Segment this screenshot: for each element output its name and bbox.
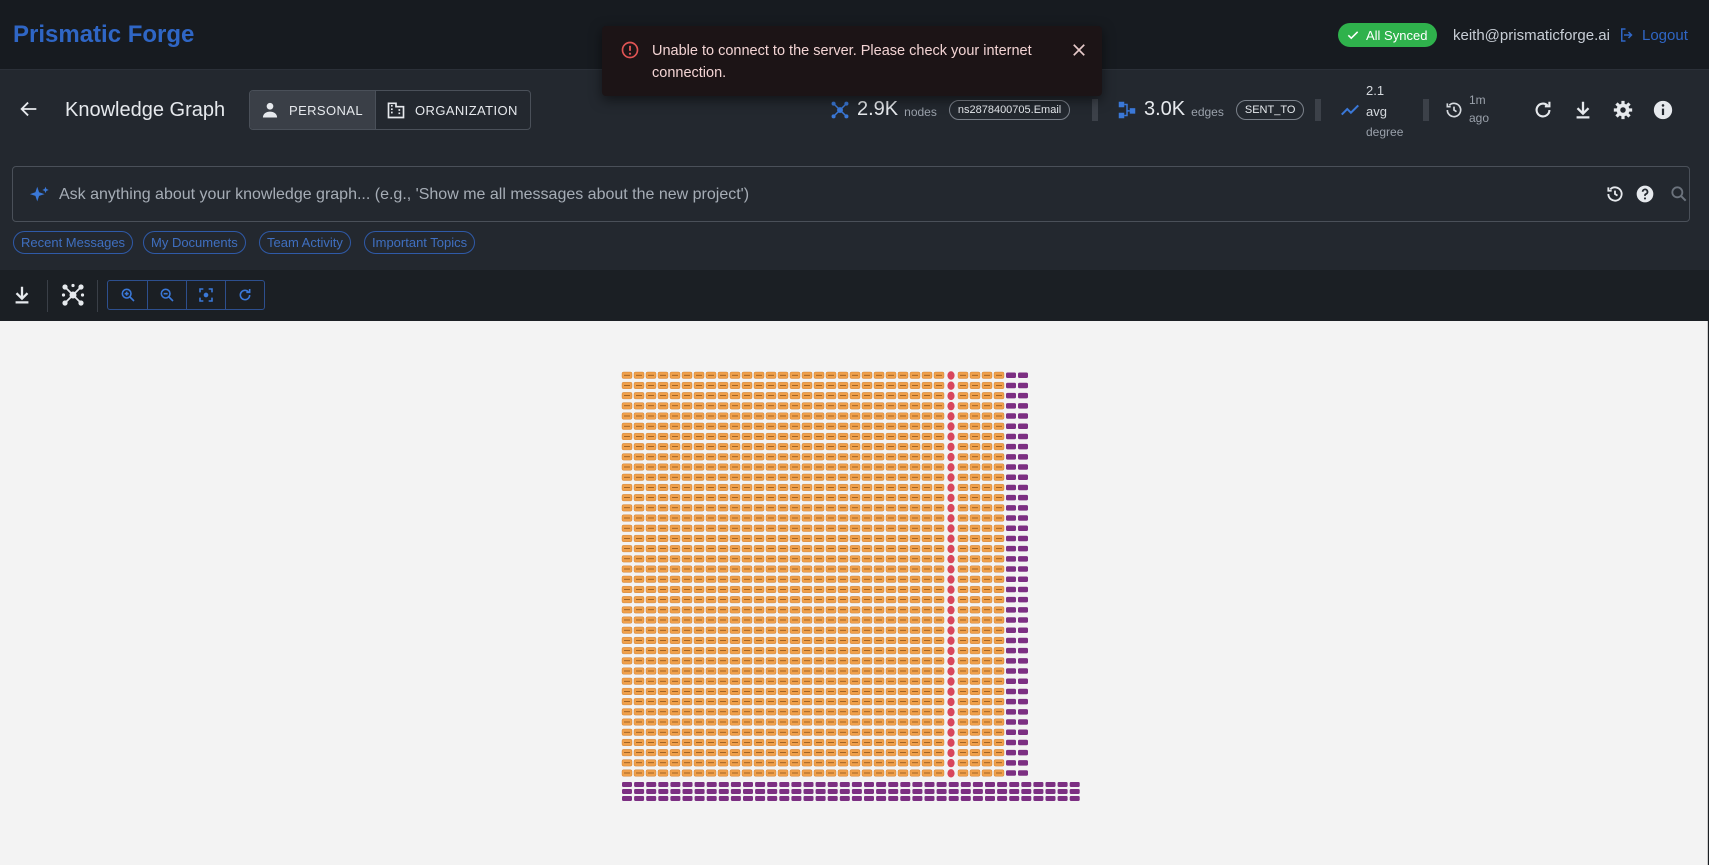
logout-button[interactable]: Logout bbox=[1618, 26, 1688, 44]
app-root: Prismatic Forge All Synced keith@prismat… bbox=[0, 0, 1709, 865]
close-icon[interactable] bbox=[1070, 41, 1088, 59]
fit-to-screen-button[interactable] bbox=[186, 281, 225, 309]
download-icon[interactable] bbox=[1572, 99, 1594, 121]
edges-icon bbox=[1118, 101, 1136, 118]
scope-personal-button[interactable]: PERSONAL bbox=[250, 91, 376, 129]
search-icon[interactable] bbox=[1669, 184, 1689, 204]
sync-status-label: All Synced bbox=[1366, 27, 1428, 43]
graph-query-input[interactable] bbox=[59, 181, 1559, 209]
toolbar-divider bbox=[47, 280, 48, 312]
toolbar-divider bbox=[97, 280, 98, 312]
quick-query-chip[interactable]: Team Activity bbox=[259, 231, 351, 254]
trend-icon bbox=[1341, 104, 1359, 116]
zoom-in-icon bbox=[121, 288, 135, 302]
page-title: Knowledge Graph bbox=[65, 99, 226, 121]
scope-organization-button[interactable]: ORGANIZATION bbox=[375, 91, 530, 129]
stat-divider bbox=[1092, 99, 1098, 121]
scope-personal-label: PERSONAL bbox=[289, 102, 364, 118]
reset-view-button[interactable] bbox=[225, 281, 264, 309]
avg-degree-stat: 2.1 avg degree bbox=[1366, 80, 1403, 143]
scope-toggle: PERSONAL ORGANIZATION bbox=[249, 90, 531, 130]
quick-query-chip[interactable]: Recent Messages bbox=[13, 231, 134, 254]
back-arrow-icon[interactable] bbox=[18, 98, 40, 120]
scope-organization-label: ORGANIZATION bbox=[415, 102, 518, 118]
user-email: keith@prismaticforge.ai bbox=[1453, 27, 1610, 44]
brand-logo[interactable]: Prismatic Forge bbox=[13, 21, 194, 49]
fit-to-screen-icon bbox=[199, 288, 213, 302]
error-icon bbox=[621, 41, 639, 59]
error-message: Unable to connect to the server. Please … bbox=[652, 43, 1032, 81]
edges-label: edges bbox=[1191, 105, 1224, 119]
nodes-label: nodes bbox=[904, 105, 937, 119]
edge-type-chip[interactable]: SENT_TO bbox=[1235, 99, 1305, 120]
person-icon bbox=[262, 102, 278, 118]
history-icon[interactable] bbox=[1605, 184, 1625, 204]
download-icon[interactable] bbox=[11, 284, 33, 306]
error-toast: Unable to connect to the server. Please … bbox=[602, 26, 1102, 96]
reset-icon bbox=[239, 289, 251, 301]
knowledge-graph-visualization[interactable] bbox=[620, 369, 1084, 835]
zoom-in-button[interactable] bbox=[108, 281, 147, 309]
logout-label: Logout bbox=[1642, 26, 1688, 44]
graph-canvas[interactable] bbox=[0, 321, 1708, 865]
stat-divider bbox=[1423, 99, 1429, 121]
search-bar bbox=[12, 166, 1690, 222]
sparkle-icon bbox=[29, 186, 49, 202]
zoom-out-icon bbox=[160, 288, 174, 302]
logout-icon bbox=[1621, 28, 1633, 42]
quick-query-chip[interactable]: My Documents bbox=[143, 231, 246, 254]
sync-status-badge: All Synced bbox=[1338, 23, 1438, 47]
last-updated-value: 1m bbox=[1469, 93, 1486, 107]
graph-layout-icon[interactable] bbox=[61, 283, 85, 307]
stat-divider bbox=[1315, 99, 1321, 121]
last-updated: 1m ago bbox=[1469, 91, 1489, 127]
avg-degree-sublabel: degree bbox=[1366, 125, 1404, 139]
avg-degree-value: 2.1 bbox=[1366, 83, 1385, 98]
settings-icon[interactable] bbox=[1612, 99, 1634, 121]
zoom-out-button[interactable] bbox=[147, 281, 186, 309]
check-icon bbox=[1347, 31, 1359, 40]
zoom-controls bbox=[107, 280, 265, 310]
last-updated-label: ago bbox=[1469, 111, 1490, 125]
quick-query-chip[interactable]: Important Topics bbox=[364, 231, 476, 254]
help-icon[interactable] bbox=[1635, 184, 1655, 204]
nodes-icon bbox=[831, 101, 849, 118]
avg-degree-label: avg bbox=[1366, 104, 1387, 119]
edges-stat: 3.0K edges SENT_TO bbox=[1116, 98, 1305, 121]
history-icon bbox=[1446, 102, 1462, 118]
nodes-count: 2.9K bbox=[857, 98, 899, 120]
edges-count: 3.0K bbox=[1144, 98, 1186, 120]
building-icon bbox=[387, 102, 405, 119]
nodes-stat: 2.9K nodes ns2878400705.Email bbox=[829, 98, 1071, 121]
node-type-chip[interactable]: ns2878400705.Email bbox=[948, 99, 1071, 120]
info-icon[interactable] bbox=[1652, 99, 1674, 121]
refresh-icon[interactable] bbox=[1532, 99, 1554, 121]
